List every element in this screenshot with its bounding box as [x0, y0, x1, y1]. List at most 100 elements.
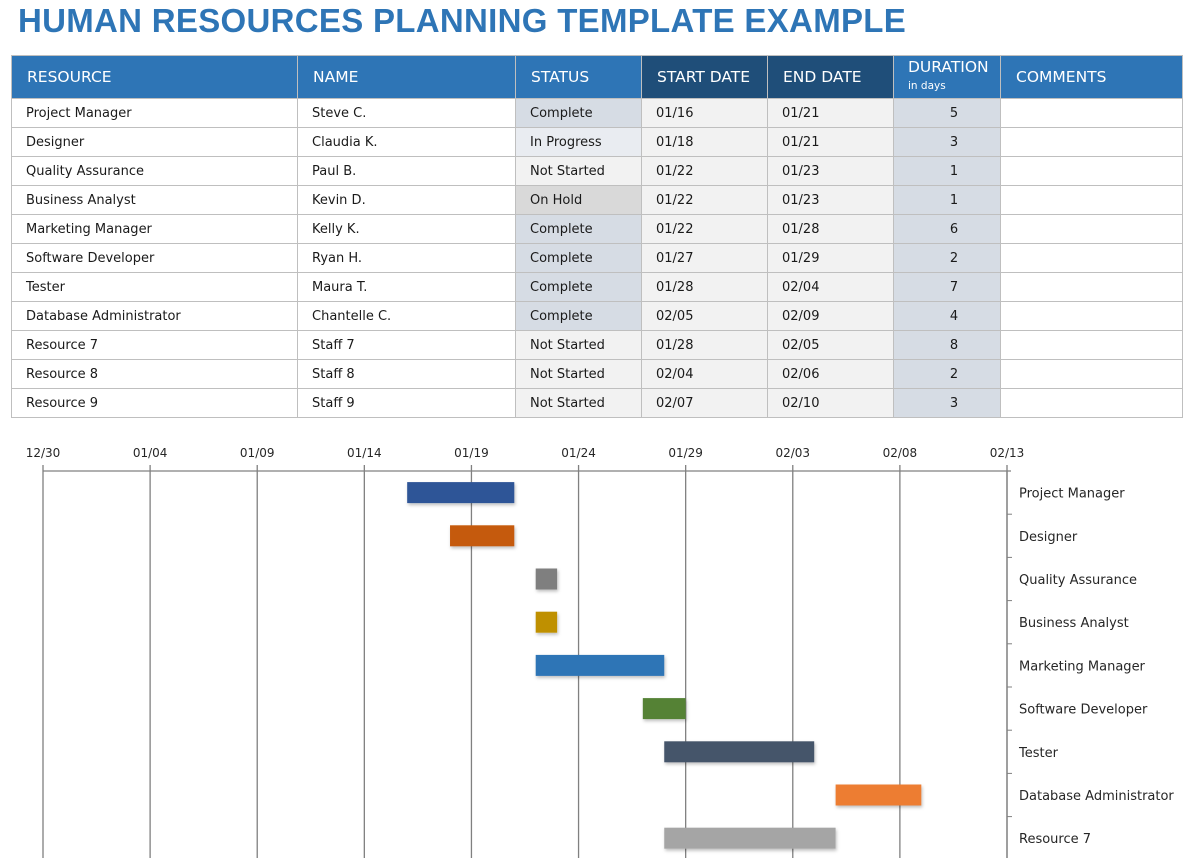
end-date-cell[interactable]: 02/04 [767, 272, 894, 302]
table-row[interactable]: Marketing Manager Kelly K. Complete 01/22 01… [11, 214, 1183, 244]
table-row[interactable]: Designer Claudia K. In Progress 01/18 01/21 3 [11, 127, 1183, 157]
table-row[interactable]: Database Administrator Chantelle C. Comple… [11, 301, 1183, 331]
resource-cell[interactable]: Tester [11, 272, 298, 302]
comments-cell[interactable] [1000, 272, 1183, 302]
table-row[interactable]: Resource 7 Staff 7 Not Started 01/28 02/05 8 [11, 330, 1183, 360]
name-cell[interactable]: Steve C. [297, 98, 516, 128]
table-row[interactable]: Quality Assurance Paul B. Not Started 01/22… [11, 156, 1183, 186]
duration-cell[interactable]: 6 [893, 214, 1001, 244]
name-cell[interactable]: Staff 7 [297, 330, 516, 360]
start-date-cell[interactable]: 01/27 [641, 243, 768, 273]
column-header-start-date[interactable]: START DATE [641, 55, 768, 99]
duration-cell[interactable]: 4 [893, 301, 1001, 331]
column-header-duration[interactable]: DURATION in days [893, 55, 1001, 99]
status-cell[interactable]: Complete [515, 301, 642, 331]
duration-cell[interactable]: 3 [893, 127, 1001, 157]
resource-cell[interactable]: Business Analyst [11, 185, 298, 215]
name-cell[interactable]: Ryan H. [297, 243, 516, 273]
status-cell[interactable]: Not Started [515, 330, 642, 360]
end-date-cell[interactable]: 01/21 [767, 98, 894, 128]
comments-cell[interactable] [1000, 185, 1183, 215]
duration-cell[interactable]: 7 [893, 272, 1001, 302]
end-date-cell[interactable]: 02/10 [767, 388, 894, 418]
duration-label: DURATION [908, 58, 989, 76]
status-cell[interactable]: Complete [515, 243, 642, 273]
status-cell[interactable]: Not Started [515, 388, 642, 418]
comments-cell[interactable] [1000, 156, 1183, 186]
resource-cell[interactable]: Resource 8 [11, 359, 298, 389]
status-cell[interactable]: On Hold [515, 185, 642, 215]
duration-cell[interactable]: 2 [893, 359, 1001, 389]
start-date-cell[interactable]: 01/22 [641, 185, 768, 215]
end-date-cell[interactable]: 01/29 [767, 243, 894, 273]
end-date-cell[interactable]: 01/28 [767, 214, 894, 244]
column-header-name[interactable]: NAME [297, 55, 516, 99]
status-cell[interactable]: Complete [515, 98, 642, 128]
start-date-cell[interactable]: 01/22 [641, 214, 768, 244]
status-cell[interactable]: Complete [515, 272, 642, 302]
end-date-cell[interactable]: 02/09 [767, 301, 894, 331]
status-cell[interactable]: In Progress [515, 127, 642, 157]
duration-cell[interactable]: 8 [893, 330, 1001, 360]
start-date-cell[interactable]: 01/22 [641, 156, 768, 186]
comments-cell[interactable] [1000, 214, 1183, 244]
comments-cell[interactable] [1000, 330, 1183, 360]
comments-cell[interactable] [1000, 98, 1183, 128]
duration-cell[interactable]: 1 [893, 156, 1001, 186]
table-row[interactable]: Project Manager Steve C. Complete 01/16 01/2… [11, 98, 1183, 128]
end-date-cell[interactable]: 02/05 [767, 330, 894, 360]
column-header-end-date[interactable]: END DATE [767, 55, 894, 99]
name-cell[interactable]: Maura T. [297, 272, 516, 302]
end-date-cell[interactable]: 01/23 [767, 185, 894, 215]
name-cell[interactable]: Staff 8 [297, 359, 516, 389]
end-date-cell[interactable]: 01/21 [767, 127, 894, 157]
table-row[interactable]: Business Analyst Kevin D. On Hold 01/22 01/2… [11, 185, 1183, 215]
comments-cell[interactable] [1000, 388, 1183, 418]
gantt-chart: 12/30 01/04 01/09 01/14 01/19 01/24 01/29 02/03… [26, 446, 1174, 858]
name-cell[interactable]: Chantelle C. [297, 301, 516, 331]
start-date-cell[interactable]: 01/28 [641, 272, 768, 302]
table-row[interactable]: Tester Maura T. Complete 01/28 02/04 7 [11, 272, 1183, 302]
start-date-cell[interactable]: 02/05 [641, 301, 768, 331]
table-row[interactable]: Software Developer Ryan H. Complete 01/27 01… [11, 243, 1183, 273]
start-date-cell[interactable]: 01/18 [641, 127, 768, 157]
resource-cell[interactable]: Marketing Manager [11, 214, 298, 244]
comments-cell[interactable] [1000, 243, 1183, 273]
y-category-label: Business Analyst [1019, 616, 1129, 631]
status-cell[interactable]: Not Started [515, 156, 642, 186]
column-header-comments[interactable]: COMMENTS [1000, 55, 1183, 99]
start-date-cell[interactable]: 02/04 [641, 359, 768, 389]
resource-cell[interactable]: Project Manager [11, 98, 298, 128]
end-date-cell[interactable]: 01/23 [767, 156, 894, 186]
resource-cell[interactable]: Designer [11, 127, 298, 157]
start-date-cell[interactable]: 01/16 [641, 98, 768, 128]
table-body: Project Manager Steve C. Complete 01/16 01/2… [11, 98, 1183, 418]
duration-cell[interactable]: 1 [893, 185, 1001, 215]
status-cell[interactable]: Not Started [515, 359, 642, 389]
comments-cell[interactable] [1000, 359, 1183, 389]
comments-cell[interactable] [1000, 127, 1183, 157]
duration-cell[interactable]: 2 [893, 243, 1001, 273]
column-header-resource[interactable]: RESOURCE [11, 55, 298, 99]
end-date-cell[interactable]: 02/06 [767, 359, 894, 389]
resource-cell[interactable]: Resource 9 [11, 388, 298, 418]
start-date-cell[interactable]: 02/07 [641, 388, 768, 418]
column-header-status[interactable]: STATUS [515, 55, 642, 99]
resource-cell[interactable]: Quality Assurance [11, 156, 298, 186]
resource-cell[interactable]: Software Developer [11, 243, 298, 273]
comments-cell[interactable] [1000, 301, 1183, 331]
name-cell[interactable]: Staff 9 [297, 388, 516, 418]
name-cell[interactable]: Kevin D. [297, 185, 516, 215]
x-tick-label: 01/24 [561, 446, 596, 460]
status-cell[interactable]: Complete [515, 214, 642, 244]
name-cell[interactable]: Paul B. [297, 156, 516, 186]
duration-cell[interactable]: 5 [893, 98, 1001, 128]
table-row[interactable]: Resource 9 Staff 9 Not Started 02/07 02/10 3 [11, 388, 1183, 418]
table-row[interactable]: Resource 8 Staff 8 Not Started 02/04 02/06 2 [11, 359, 1183, 389]
resource-cell[interactable]: Resource 7 [11, 330, 298, 360]
name-cell[interactable]: Claudia K. [297, 127, 516, 157]
start-date-cell[interactable]: 01/28 [641, 330, 768, 360]
name-cell[interactable]: Kelly K. [297, 214, 516, 244]
resource-cell[interactable]: Database Administrator [11, 301, 298, 331]
duration-cell[interactable]: 3 [893, 388, 1001, 418]
